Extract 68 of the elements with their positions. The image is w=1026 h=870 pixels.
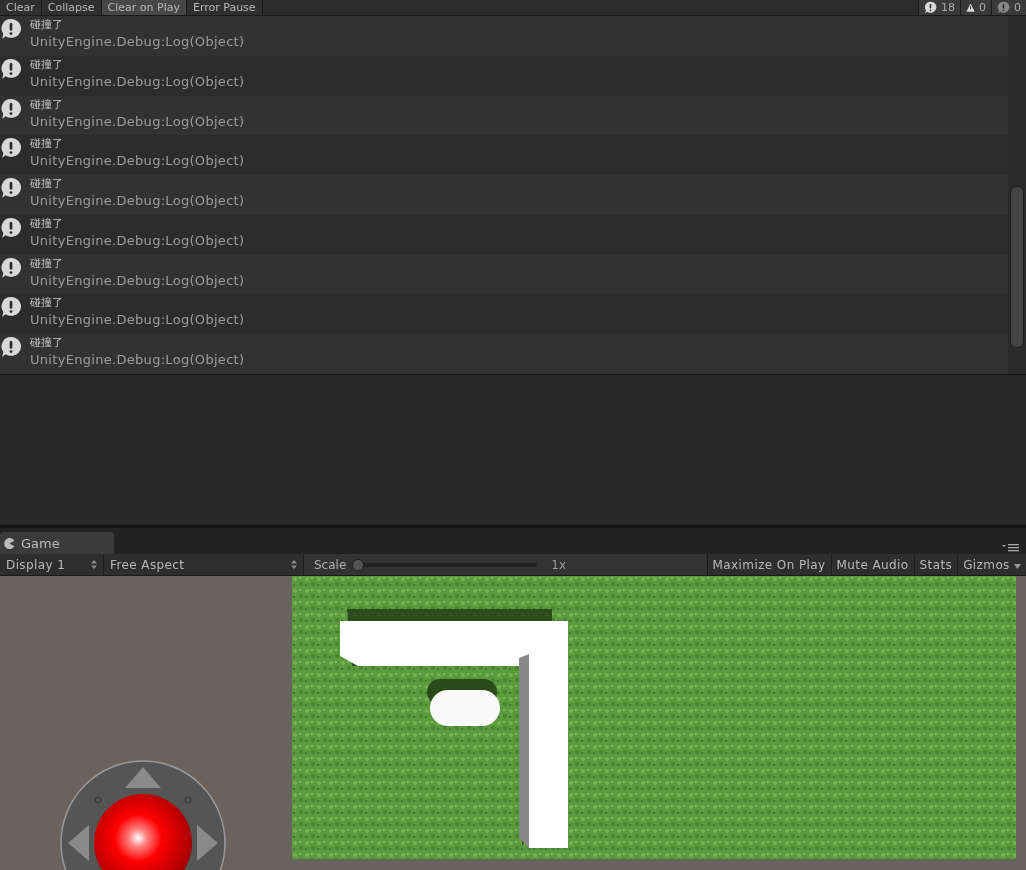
warning-icon: [965, 2, 975, 13]
log-stack-trace: UnityEngine.Debug:Log(Object): [30, 112, 245, 131]
slider-thumb[interactable]: [352, 558, 365, 571]
log-message: 碰撞了: [30, 336, 64, 351]
log-stack-trace: UnityEngine.Debug:Log(Object): [30, 271, 245, 290]
log-count-toggle[interactable]: 0: [959, 0, 991, 15]
toolbar-toggle[interactable]: Stats: [913, 554, 958, 575]
scrollbar-thumb[interactable]: [1010, 186, 1024, 348]
menu-icon[interactable]: [1002, 542, 1020, 552]
log-stack-trace: UnityEngine.Debug:Log(Object): [30, 311, 245, 330]
toolbar-button[interactable]: Clear: [0, 0, 42, 15]
log-message: 碰撞了: [30, 177, 64, 192]
gizmos-dropdown[interactable]: Gizmos: [957, 554, 1026, 575]
log-stack-trace: UnityEngine.Debug:Log(Object): [30, 231, 245, 250]
pacman-icon: [4, 537, 15, 549]
log-count: 0: [1014, 1, 1021, 14]
log-stack-trace: UnityEngine.Debug:Log(Object): [30, 33, 245, 51]
log-message: 碰撞了: [30, 97, 64, 112]
log-message: 碰撞了: [30, 216, 64, 231]
log-entry[interactable]: 碰撞了 UnityEngine.Debug:Log(Object): [0, 135, 1008, 176]
toolbar-button[interactable]: Clear on Play: [101, 0, 187, 15]
log-message: 碰撞了: [30, 256, 64, 271]
info-icon: [0, 216, 22, 239]
info-icon: [0, 177, 22, 200]
info-icon: [0, 137, 22, 160]
log-entry[interactable]: 碰撞了 UnityEngine.Debug:Log(Object): [0, 95, 1008, 136]
toolbar-button[interactable]: Error Pause: [186, 0, 263, 15]
log-entry[interactable]: 碰撞了 UnityEngine.Debug:Log(Object): [0, 55, 1008, 96]
log-count: 0: [979, 1, 986, 14]
log-message: 碰撞了: [30, 57, 64, 72]
log-entry[interactable]: 碰撞了 UnityEngine.Debug:Log(Object): [0, 16, 1008, 56]
info-icon: [0, 336, 22, 359]
toolbar-toggle[interactable]: Mute Audio: [830, 554, 914, 575]
scale-label: Scale: [314, 557, 347, 572]
tab-label: Game: [21, 535, 60, 551]
log-count: 18: [940, 1, 955, 14]
display-dropdown[interactable]: Display 1: [0, 554, 104, 575]
toolbar-button[interactable]: Collapse: [41, 0, 102, 15]
log-stack-trace: UnityEngine.Debug:Log(Object): [30, 351, 245, 370]
dropdown-arrows-icon: [91, 560, 97, 569]
info-icon: [0, 18, 22, 40]
log-stack-trace: UnityEngine.Debug:Log(Object): [30, 192, 245, 211]
log-entry[interactable]: 碰撞了 UnityEngine.Debug:Log(Object): [0, 214, 1008, 255]
info-icon: [0, 296, 22, 319]
log-entry[interactable]: 碰撞了 UnityEngine.Debug:Log(Object): [0, 254, 1008, 295]
scale-slider[interactable]: [352, 558, 538, 571]
log-entry[interactable]: 碰撞了 UnityEngine.Debug:Log(Object): [0, 334, 1008, 375]
toolbar-toggle[interactable]: Maximize On Play: [706, 554, 831, 575]
info-icon: [923, 1, 937, 14]
game-tab[interactable]: Game: [0, 532, 114, 554]
log-entry[interactable]: 碰撞了 UnityEngine.Debug:Log(Object): [0, 294, 1008, 335]
scale-value: 1x: [551, 557, 567, 572]
log-message: 碰撞了: [30, 296, 64, 311]
dropdown-arrows-icon: [291, 560, 297, 569]
log-entry[interactable]: 碰撞了 UnityEngine.Debug:Log(Object): [0, 175, 1008, 215]
scrollbar[interactable]: [1008, 16, 1026, 374]
log-stack-trace: UnityEngine.Debug:Log(Object): [30, 152, 245, 171]
caret-icon: [1014, 563, 1021, 569]
log-stack-trace: UnityEngine.Debug:Log(Object): [30, 72, 245, 91]
aspect-dropdown[interactable]: Free Aspect: [104, 554, 304, 575]
error-icon: [997, 1, 1010, 14]
log-count-toggle[interactable]: 0: [991, 0, 1026, 15]
info-icon: [0, 97, 22, 120]
log-count-toggle[interactable]: 18: [917, 0, 960, 15]
log-message: 碰撞了: [30, 18, 64, 32]
info-icon: [0, 256, 22, 279]
log-message: 碰撞了: [30, 137, 64, 152]
info-icon: [0, 57, 22, 80]
